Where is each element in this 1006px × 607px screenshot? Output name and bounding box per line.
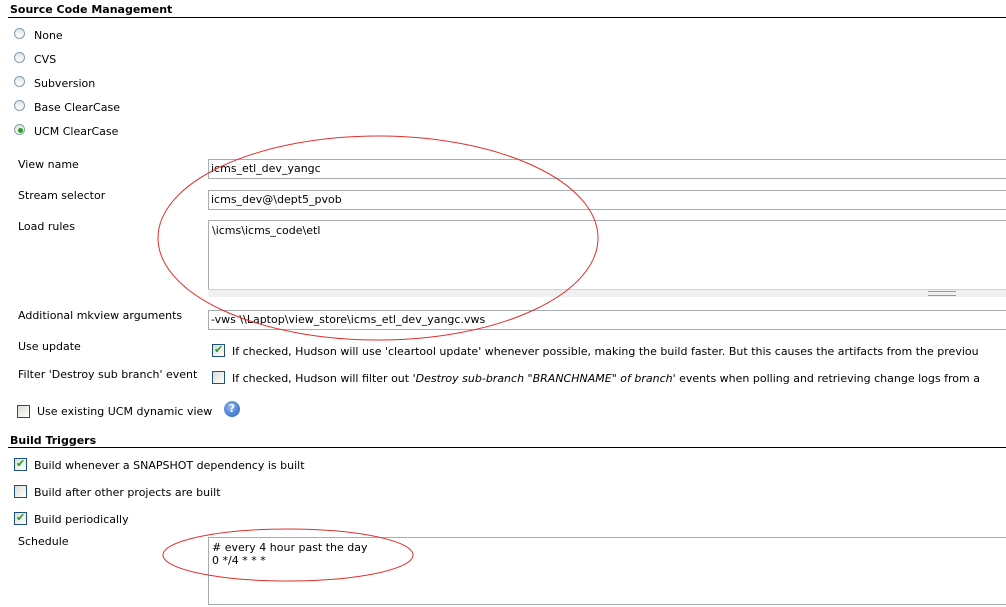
dynamic-view-checkbox[interactable] xyxy=(17,405,30,418)
help-icon[interactable]: ? xyxy=(224,401,240,417)
build-triggers-title: Build Triggers xyxy=(10,434,97,447)
use-update-label: Use update xyxy=(18,340,81,353)
scm-section-divider xyxy=(8,17,1006,18)
grip-icon xyxy=(928,291,956,296)
filter-destroy-label: Filter 'Destroy sub branch' event xyxy=(18,368,198,381)
build-periodically-checkbox[interactable] xyxy=(14,511,27,525)
build-triggers-divider xyxy=(8,447,1006,448)
radio-none[interactable] xyxy=(14,28,25,39)
schedule-label: Schedule xyxy=(18,535,69,548)
filter-desc-text-end: events when polling and retrieving chang… xyxy=(675,372,980,385)
radio-cvs-label: CVS xyxy=(34,53,57,66)
radio-ucm-clearcase[interactable] xyxy=(14,124,25,135)
radio-subversion[interactable] xyxy=(14,76,25,87)
use-update-checkbox[interactable] xyxy=(212,343,225,357)
mkview-args-label: Additional mkview arguments xyxy=(18,309,183,322)
stream-selector-label: Stream selector xyxy=(18,189,106,202)
radio-none-label: None xyxy=(34,29,63,42)
load-rules-resize-handle[interactable] xyxy=(208,289,1006,297)
load-rules-label: Load rules xyxy=(18,220,75,233)
radio-base-clearcase[interactable] xyxy=(14,100,25,111)
use-update-description: If checked, Hudson will use 'cleartool u… xyxy=(232,345,979,358)
snapshot-trigger-label: Build whenever a SNAPSHOT dependency is … xyxy=(34,459,305,472)
mkview-args-input[interactable]: -vws \\Laptop\view_store\icms_etl_dev_ya… xyxy=(208,310,1006,330)
filter-destroy-description: If checked, Hudson will filter out 'Dest… xyxy=(232,372,980,385)
radio-ucm-clearcase-label: UCM ClearCase xyxy=(34,125,119,138)
filter-desc-emphasis: 'Destroy sub-branch "BRANCHNAME" of bran… xyxy=(412,372,676,385)
filter-destroy-checkbox[interactable] xyxy=(212,371,225,384)
scm-section-title: Source Code Management xyxy=(10,3,173,16)
build-periodically-label: Build periodically xyxy=(34,513,129,526)
dynamic-view-label: Use existing UCM dynamic view xyxy=(37,405,213,418)
annotation-overlay xyxy=(157,135,599,582)
snapshot-trigger-checkbox[interactable] xyxy=(14,457,27,471)
after-other-projects-checkbox[interactable] xyxy=(14,485,27,498)
after-other-projects-label: Build after other projects are built xyxy=(34,486,221,499)
radio-base-clearcase-label: Base ClearCase xyxy=(34,101,120,114)
stream-selector-input[interactable]: icms_dev@\dept5_pvob xyxy=(208,190,1006,210)
radio-subversion-label: Subversion xyxy=(34,77,96,90)
load-rules-textarea[interactable]: \icms\icms_code\etl xyxy=(208,220,1006,290)
schedule-textarea[interactable]: # every 4 hour past the day 0 */4 * * * xyxy=(208,537,1006,605)
view-name-label: View name xyxy=(18,158,79,171)
view-name-input[interactable]: icms_etl_dev_yangc xyxy=(208,159,1006,179)
filter-desc-text: If checked, Hudson will filter out xyxy=(232,372,413,385)
radio-cvs[interactable] xyxy=(14,52,25,63)
